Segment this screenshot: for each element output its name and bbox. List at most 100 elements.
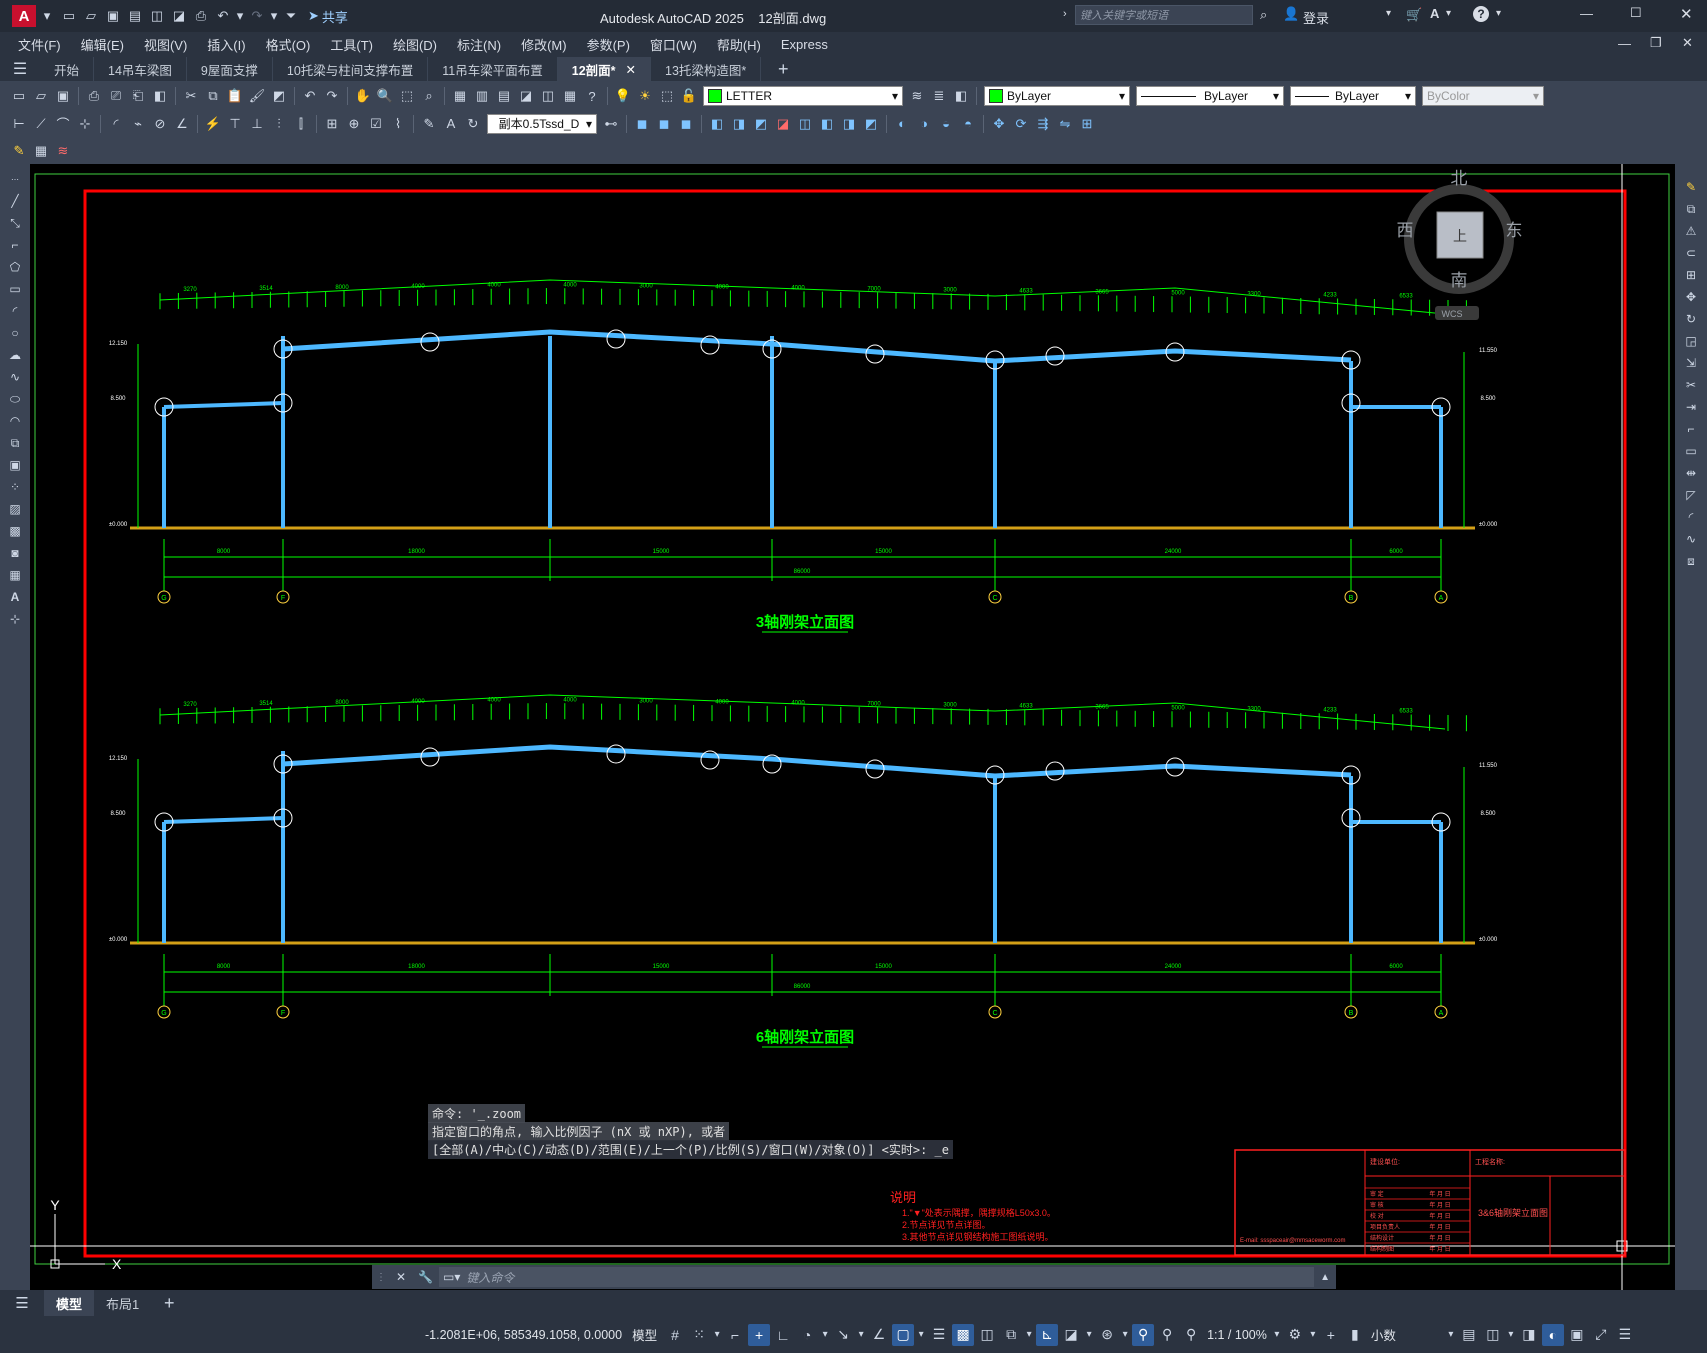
doc-minimize-icon[interactable]: — — [1618, 36, 1631, 51]
quick-dim-icon[interactable]: ⚡ — [203, 114, 223, 134]
markup-icon[interactable]: ◫ — [538, 86, 558, 106]
presspull-icon[interactable]: ◨ — [729, 114, 749, 134]
search-chevron-icon[interactable]: › — [1063, 8, 1067, 20]
object-snap-tracking-icon[interactable]: ∠ — [868, 1324, 890, 1346]
center-mark-icon[interactable]: ⊕ — [344, 114, 364, 134]
revolve-icon[interactable]: ◪ — [773, 114, 793, 134]
array-3d-icon[interactable]: ⊞ — [1077, 114, 1097, 134]
trim-icon[interactable]: ✂ — [1681, 375, 1701, 395]
cart-icon[interactable]: 🛒 — [1406, 7, 1422, 23]
hamburger-menu-icon[interactable]: ☰ — [10, 59, 30, 79]
cmd-grip-icon[interactable]: ⋮ — [376, 1272, 386, 1283]
ordinate-dim-icon[interactable]: ⊹ — [75, 114, 95, 134]
grid-icon[interactable]: # — [664, 1324, 686, 1346]
login-chevron-icon[interactable]: ▾ — [1386, 8, 1391, 19]
zoom-previous-icon[interactable]: ⌕ — [419, 86, 439, 106]
dim-update-icon[interactable]: ↻ — [463, 114, 483, 134]
array-icon[interactable]: ⊞ — [1681, 265, 1701, 285]
make-current-icon[interactable]: ◧ — [951, 86, 971, 106]
align-3d-icon[interactable]: ⇶ — [1033, 114, 1053, 134]
tab-13-joist-detail[interactable]: 13托梁构造图* — [651, 56, 762, 82]
jogged-dim-icon[interactable]: ⌁ — [128, 114, 148, 134]
rectangle-icon[interactable]: ▭ — [5, 279, 25, 299]
move-icon[interactable]: ✥ — [1681, 287, 1701, 307]
blend-curves-icon[interactable]: ∿ — [1681, 529, 1701, 549]
subtract-icon[interactable]: ◨ — [839, 114, 859, 134]
dim-style-icon[interactable]: ⊷ — [601, 114, 621, 134]
paste-icon[interactable]: 📋 — [225, 86, 245, 106]
3d-osnap-icon[interactable]: ⧉ — [1000, 1324, 1022, 1346]
isodraft-icon[interactable]: ↘ — [832, 1324, 854, 1346]
viewcube-west[interactable]: 西 — [1397, 221, 1414, 240]
inspection-icon[interactable]: ☑ — [366, 114, 386, 134]
menu-help[interactable]: 帮助(H) — [717, 35, 761, 54]
user-icon[interactable]: 👤 — [1283, 6, 1299, 22]
app-logo[interactable]: A — [12, 5, 36, 27]
object-snap-icon[interactable]: ▢ — [892, 1323, 915, 1346]
tab-12-section[interactable]: 12剖面* ✕ — [557, 56, 652, 82]
units-icon[interactable]: ▮ — [1344, 1324, 1366, 1346]
fillet-icon[interactable]: ◜ — [1681, 507, 1701, 527]
copy-object-icon[interactable]: ⧉ — [1681, 199, 1701, 219]
lock-ui-icon[interactable]: ◫ — [1482, 1324, 1504, 1346]
layer-dropdown[interactable]: LETTER ▾ — [703, 86, 903, 106]
annotation-scale-icon[interactable]: ⚲ — [1180, 1324, 1202, 1346]
radius-dim-icon[interactable]: ◜ — [106, 114, 126, 134]
region-icon[interactable]: ◙ — [5, 543, 25, 563]
mirror-icon[interactable]: ⚠ — [1681, 221, 1701, 241]
properties-icon[interactable]: ▦ — [450, 86, 470, 106]
cmd-history-chevron-icon[interactable]: ▲ — [1320, 1272, 1330, 1283]
extrude-icon[interactable]: ◧ — [707, 114, 727, 134]
selection-filter-icon[interactable]: ◪ — [1060, 1324, 1082, 1346]
app-menu-chevron-icon[interactable]: ▾ — [37, 6, 57, 26]
tab-10-support-layout[interactable]: 10托梁与柱间支撑布置 — [273, 56, 429, 82]
lineweight-dropdown[interactable]: ByLayer ▾ — [1290, 86, 1416, 106]
menu-draw[interactable]: 绘图(D) — [393, 35, 437, 54]
arc-icon[interactable]: ◜ — [5, 301, 25, 321]
dim-edit-icon[interactable]: ✎ — [419, 114, 439, 134]
viewcube-north[interactable]: 北 — [1451, 169, 1468, 188]
menu-edit[interactable]: 编辑(E) — [81, 35, 124, 54]
construction-line-icon[interactable]: ⤡ — [5, 213, 25, 233]
spline-icon[interactable]: ∿ — [5, 367, 25, 387]
revcloud-icon[interactable]: ☁ — [5, 345, 25, 365]
web-mobile-save-icon[interactable]: ◪ — [169, 6, 189, 26]
lock-chevron-icon[interactable]: ▾ — [1506, 1324, 1516, 1346]
cut-icon[interactable]: ✂ — [181, 86, 201, 106]
lock-icon[interactable]: 🔓 — [679, 86, 699, 106]
chamfer-icon[interactable]: ◸ — [1681, 485, 1701, 505]
move-3d-icon[interactable]: ✥ — [989, 114, 1009, 134]
baseline-dim-icon[interactable]: ⊤ — [225, 114, 245, 134]
jogged-linear-icon[interactable]: ⌇ — [388, 114, 408, 134]
join-icon[interactable]: ⇹ — [1681, 463, 1701, 483]
open-folder-icon[interactable]: ▱ — [81, 6, 101, 26]
undo-icon[interactable]: ↶ — [300, 86, 320, 106]
polar-chevron-icon[interactable]: ▾ — [820, 1324, 830, 1346]
filter-chevron-icon[interactable]: ▾ — [1084, 1324, 1094, 1346]
autodesk-a-icon[interactable]: A — [1430, 6, 1439, 21]
menu-modify[interactable]: 修改(M) — [521, 35, 567, 54]
continue-dim-icon[interactable]: ⊥ — [247, 114, 267, 134]
plot-icon[interactable]: ⎙ — [84, 86, 104, 106]
lightbulb-icon[interactable]: 💡 — [613, 86, 633, 106]
tab-11-crane-plan[interactable]: 11吊车梁平面布置 — [428, 56, 558, 82]
plot-preview-icon[interactable]: ⎚ — [106, 86, 126, 106]
edit-tool-icon[interactable]: ✎ — [9, 141, 29, 161]
redo-dropdown-icon[interactable]: ▾ — [269, 6, 279, 26]
layer-states-icon[interactable]: ≣ — [929, 86, 949, 106]
angular-dim-icon[interactable]: ∠ — [172, 114, 192, 134]
match-properties-icon[interactable]: 🖌 — [247, 86, 267, 106]
annotation-scale-value[interactable]: 1:1 / 100% — [1207, 1328, 1267, 1342]
lineweight-icon[interactable]: ☰ — [928, 1324, 950, 1346]
layer-properties-icon[interactable]: ≋ — [907, 86, 927, 106]
linetype-dropdown[interactable]: ByLayer ▾ — [1136, 86, 1284, 106]
scale-icon[interactable]: ◲ — [1681, 331, 1701, 351]
table-tool-icon[interactable]: ▦ — [31, 141, 51, 161]
infer-constraints-icon[interactable]: ⌐ — [724, 1324, 746, 1346]
new-tab-plus-icon[interactable]: + — [773, 59, 793, 79]
rotate-icon[interactable]: ↻ — [1681, 309, 1701, 329]
pan-icon[interactable]: ✋ — [353, 86, 373, 106]
diameter-dim-icon[interactable]: ⊘ — [150, 114, 170, 134]
annotation-monitor-icon[interactable]: + — [1320, 1324, 1342, 1346]
add-selected-icon[interactable]: ⊹ — [5, 609, 25, 629]
